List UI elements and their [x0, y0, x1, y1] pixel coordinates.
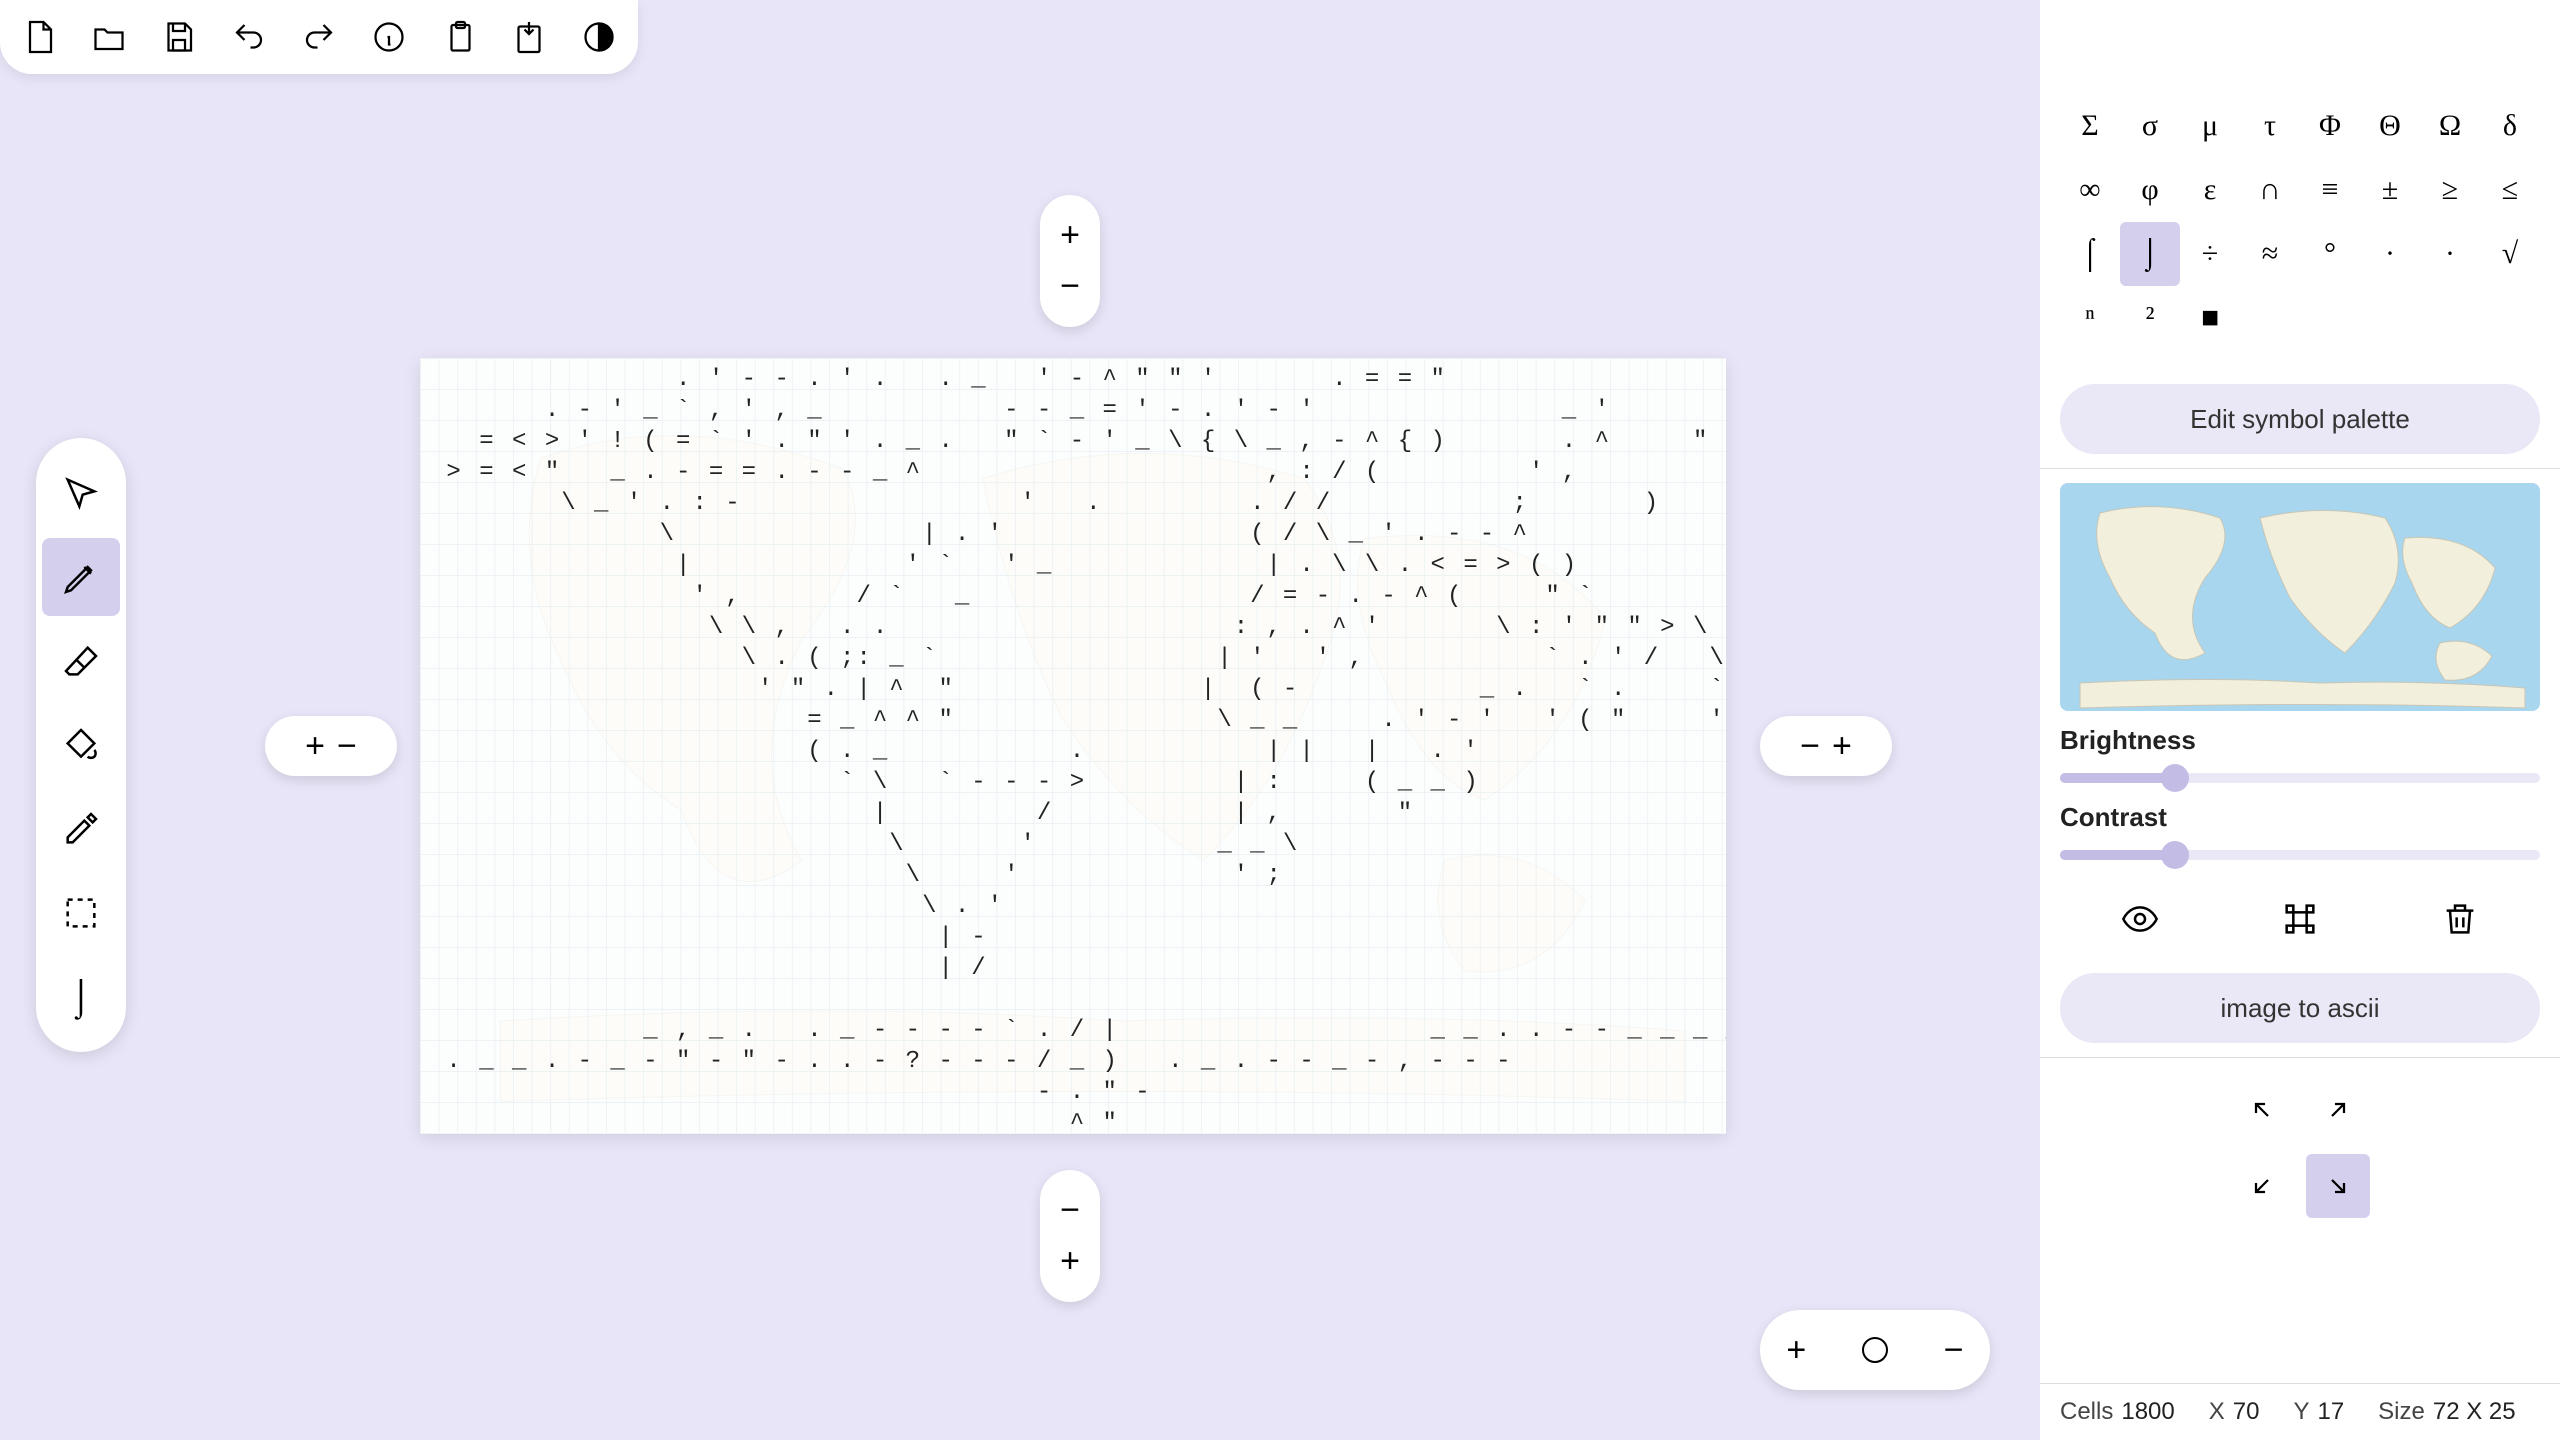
- symbol-cell[interactable]: ²: [2120, 286, 2180, 350]
- resize-bottom-pill: − +: [1040, 1170, 1100, 1302]
- ascii-canvas[interactable]: . ' - - . ' . . _ ' - ^ " " ' . = = " . …: [420, 358, 1726, 1134]
- right-panel: ΣσμτΦΘΩδ ∞φε∩≡±≥≤ ⌠⌡÷≈°∙·√ ⁿ²■ Edit symbol …: [2040, 0, 2560, 1440]
- add-col-right-button[interactable]: +: [1832, 727, 1852, 766]
- add-col-left-button[interactable]: +: [305, 727, 325, 766]
- status-bar: Cells 1800 X 70 Y 17 Size 72 X 25: [2040, 1383, 2560, 1440]
- symbol-cell[interactable]: τ: [2240, 94, 2300, 158]
- top-toolbar: [0, 0, 638, 74]
- resize-left-pill: + −: [265, 716, 397, 776]
- symbol-cell[interactable]: ÷: [2180, 222, 2240, 286]
- new-file-button[interactable]: [18, 16, 60, 58]
- direction-sw-button[interactable]: [2230, 1154, 2294, 1218]
- eraser-tool[interactable]: [42, 622, 120, 700]
- symbol-cell[interactable]: Σ: [2060, 94, 2120, 158]
- symbol-cell[interactable]: ■: [2180, 286, 2240, 350]
- symbol-cell[interactable]: σ: [2120, 94, 2180, 158]
- contrast-slider-section: Contrast: [2060, 802, 2540, 865]
- tool-strip: ⌡: [36, 438, 126, 1052]
- pointer-tool[interactable]: [42, 454, 120, 532]
- symbol-cell[interactable]: ε: [2180, 158, 2240, 222]
- remove-row-bottom-button[interactable]: −: [1060, 1191, 1080, 1230]
- symbol-cell[interactable]: Ω: [2420, 94, 2480, 158]
- redo-button[interactable]: [298, 16, 340, 58]
- fill-tool[interactable]: [42, 706, 120, 784]
- direction-se-button[interactable]: [2306, 1154, 2370, 1218]
- info-button[interactable]: [368, 16, 410, 58]
- paste-button[interactable]: [438, 16, 480, 58]
- x-value: 70: [2233, 1398, 2260, 1426]
- remove-col-left-button[interactable]: −: [337, 727, 357, 766]
- export-button[interactable]: [508, 16, 550, 58]
- image-actions: [2060, 895, 2540, 943]
- preview-toggle-button[interactable]: [2116, 895, 2164, 943]
- symbol-cell[interactable]: ≡: [2300, 158, 2360, 222]
- size-value: 72 X 25: [2433, 1398, 2516, 1426]
- eyedropper-tool[interactable]: [42, 790, 120, 868]
- cells-label: Cells: [2060, 1398, 2113, 1426]
- edit-palette-button[interactable]: Edit symbol palette: [2060, 384, 2540, 454]
- symbol-cell[interactable]: ≤: [2480, 158, 2540, 222]
- cells-value: 1800: [2121, 1398, 2174, 1426]
- add-row-top-button[interactable]: +: [1060, 216, 1080, 255]
- symbol-cell[interactable]: ·: [2420, 222, 2480, 286]
- symbol-cell[interactable]: ≥: [2420, 158, 2480, 222]
- symbol-cell[interactable]: °: [2300, 222, 2360, 286]
- undo-button[interactable]: [228, 16, 270, 58]
- symbol-cell[interactable]: ∙: [2360, 222, 2420, 286]
- symbol-cell[interactable]: φ: [2120, 158, 2180, 222]
- symbol-cell[interactable]: ⌠: [2060, 222, 2120, 286]
- contrast-label: Contrast: [2060, 802, 2540, 833]
- direction-ne-button[interactable]: [2306, 1078, 2370, 1142]
- symbol-cell[interactable]: √: [2480, 222, 2540, 286]
- symbol-cell[interactable]: Θ: [2360, 94, 2420, 158]
- pencil-tool[interactable]: [42, 538, 120, 616]
- symbol-cell[interactable]: δ: [2480, 94, 2540, 158]
- crop-button[interactable]: [2276, 895, 2324, 943]
- zoom-out-button[interactable]: −: [1944, 1331, 1964, 1370]
- zoom-reset-icon[interactable]: [1859, 1334, 1891, 1366]
- symbol-cell[interactable]: ⌡: [2120, 222, 2180, 286]
- zoom-pill: + −: [1760, 1310, 1990, 1390]
- zoom-in-button[interactable]: +: [1786, 1331, 1806, 1370]
- remove-col-right-button[interactable]: −: [1800, 727, 1820, 766]
- brightness-slider[interactable]: [2060, 768, 2540, 788]
- add-row-bottom-button[interactable]: +: [1060, 1242, 1080, 1281]
- symbol-cell[interactable]: Φ: [2300, 94, 2360, 158]
- y-label: Y: [2293, 1398, 2309, 1426]
- symbol-cell[interactable]: μ: [2180, 94, 2240, 158]
- source-image-preview[interactable]: [2060, 483, 2540, 711]
- resize-right-pill: − +: [1760, 716, 1892, 776]
- resize-top-pill: + −: [1040, 195, 1100, 327]
- direction-nw-button[interactable]: [2230, 1078, 2294, 1142]
- brightness-label: Brightness: [2060, 725, 2540, 756]
- ascii-art-content: . ' - - . ' . . _ ' - ^ " " ' . = = " . …: [420, 358, 1726, 1134]
- current-char-display: ⌡: [42, 958, 120, 1036]
- current-char-glyph: ⌡: [70, 976, 92, 1018]
- symbol-cell[interactable]: ±: [2360, 158, 2420, 222]
- contrast-toggle-button[interactable]: [578, 16, 620, 58]
- symbol-cell[interactable]: ⁿ: [2060, 286, 2120, 350]
- marquee-tool[interactable]: [42, 874, 120, 952]
- save-button[interactable]: [158, 16, 200, 58]
- symbol-cell[interactable]: ≈: [2240, 222, 2300, 286]
- delete-image-button[interactable]: [2436, 895, 2484, 943]
- y-value: 17: [2317, 1398, 2344, 1426]
- symbol-palette: ΣσμτΦΘΩδ ∞φε∩≡±≥≤ ⌠⌡÷≈°∙·√ ⁿ²■: [2040, 0, 2560, 370]
- brightness-slider-section: Brightness: [2060, 725, 2540, 788]
- remove-row-top-button[interactable]: −: [1060, 267, 1080, 306]
- symbol-cell[interactable]: ∞: [2060, 158, 2120, 222]
- image-to-ascii-button[interactable]: image to ascii: [2060, 973, 2540, 1043]
- divider: [2040, 1057, 2560, 1058]
- contrast-slider[interactable]: [2060, 845, 2540, 865]
- size-label: Size: [2378, 1398, 2425, 1426]
- symbol-cell[interactable]: ∩: [2240, 158, 2300, 222]
- open-file-button[interactable]: [88, 16, 130, 58]
- x-label: X: [2209, 1398, 2225, 1426]
- resize-direction-grid: [2040, 1078, 2560, 1218]
- divider: [2040, 468, 2560, 469]
